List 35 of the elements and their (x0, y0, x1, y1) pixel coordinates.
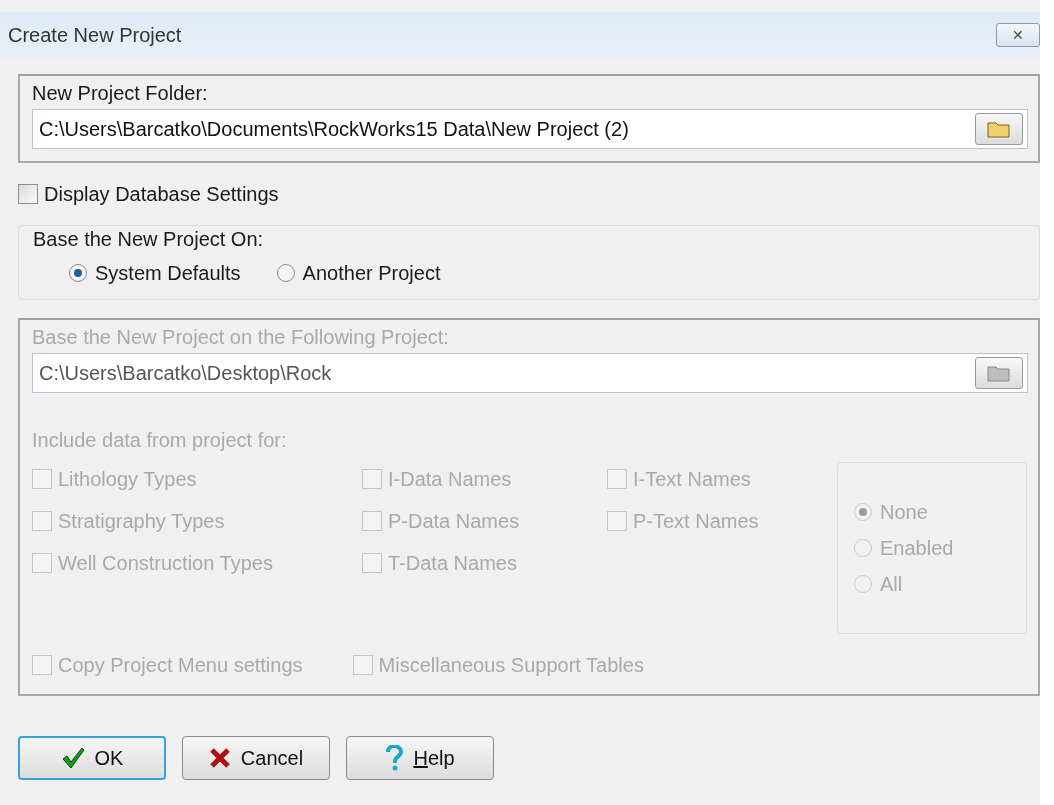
field-label: Base the New Project on the Following Project: (32, 326, 450, 349)
check-icon (60, 747, 85, 769)
help-button[interactable]: Help (346, 736, 494, 780)
folder-icon (987, 120, 1011, 138)
section-label: Include data from project for: (32, 429, 288, 452)
radio-label: System Defaults (95, 261, 241, 285)
group-label: Base the New Project On: (33, 228, 265, 251)
radio-label: All (880, 572, 903, 596)
close-button[interactable]: ✕ (996, 23, 1040, 47)
cancel-button[interactable]: Cancel (182, 736, 330, 780)
browse-button[interactable] (975, 113, 1023, 145)
checkbox-label: P-Data Names (388, 509, 520, 533)
checkbox-label: I-Text Names (633, 467, 751, 491)
window-title: Create New Project (8, 23, 182, 47)
radio-button[interactable] (276, 264, 295, 282)
folder-field[interactable]: C:\Users\Barcatko\Documents\RockWorks15 Data\New Project (2) (32, 109, 1028, 149)
radio-button[interactable] (69, 264, 87, 282)
checkbox-label: Well Construction Types (58, 551, 273, 575)
checkbox-label: T-Data Names (388, 551, 517, 575)
radio-label: None (880, 500, 928, 524)
question-icon (385, 745, 404, 771)
radio-label: Another Project (302, 261, 441, 285)
checkbox-label: I-Data Names (388, 467, 512, 491)
checkbox-label: Display Database Settings (44, 182, 279, 206)
folder-icon (987, 364, 1011, 382)
checkbox-label: Stratigraphy Types (58, 509, 225, 533)
radio-label: Enabled (880, 536, 954, 560)
checkbox-label: Lithology Types (58, 467, 197, 491)
checkbox-label: Miscellaneous Support Tables (378, 653, 644, 677)
ok-button[interactable]: OK (18, 736, 166, 780)
checkbox-label: P-Text Names (633, 509, 759, 533)
checkbox[interactable] (18, 184, 38, 204)
x-icon (208, 747, 231, 769)
field-label: New Project Folder: (32, 82, 209, 105)
checkbox-label: Copy Project Menu settings (58, 653, 303, 677)
